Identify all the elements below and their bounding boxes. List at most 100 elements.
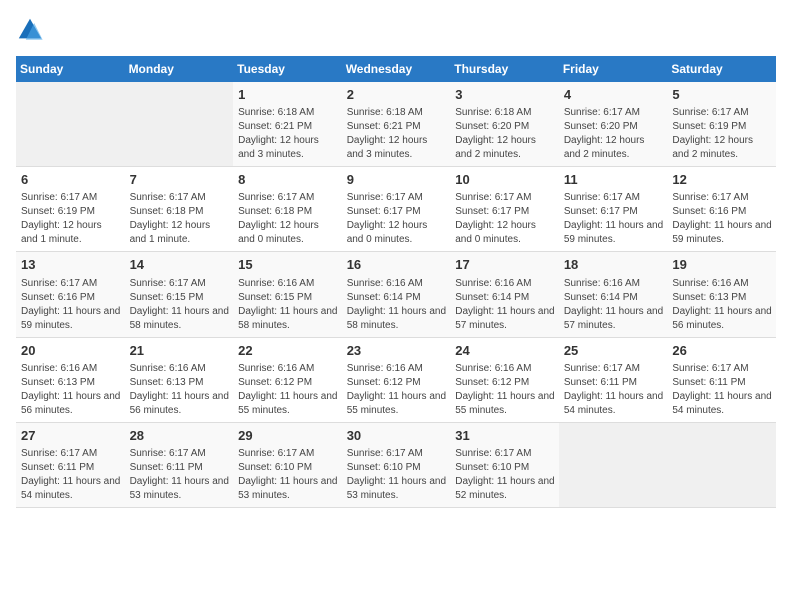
weekday-header-row: SundayMondayTuesdayWednesdayThursdayFrid… <box>16 56 776 82</box>
day-number: 31 <box>455 427 555 445</box>
cell-info: Sunrise: 6:16 AMSunset: 6:13 PMDaylight:… <box>21 362 121 418</box>
calendar-cell: 14Sunrise: 6:17 AMSunset: 6:15 PMDayligh… <box>125 252 234 337</box>
calendar-cell: 8Sunrise: 6:17 AMSunset: 6:18 PMDaylight… <box>233 167 342 252</box>
calendar-cell: 23 Sunrise: 6:16 AMSunset: 6:12 PMDayligh… <box>342 337 451 422</box>
cell-info: Sunrise: 6:16 AMSunset: 6:14 PMDaylight:… <box>347 277 447 333</box>
calendar-cell: 4 Sunrise: 6:17 AMSunset: 6:20 PMDaylight… <box>559 82 668 167</box>
weekday-header: Friday <box>559 56 668 82</box>
calendar-cell: 7 Sunrise: 6:17 AMSunset: 6:18 PMDaylight… <box>125 167 234 252</box>
calendar-week-row: 13 Sunrise: 6:17 AMSunset: 6:16 PMDayligh… <box>16 252 776 337</box>
cell-info: Sunrise: 6:16 AMSunset: 6:12 PMDaylight:… <box>455 362 555 418</box>
cell-info: Sunrise: 6:17 AMSunset: 6:10 PMDaylight:… <box>238 447 338 503</box>
calendar-cell: 30 Sunrise: 6:17 AMSunset: 6:10 PMDayligh… <box>342 422 451 507</box>
day-number: 21 <box>130 342 230 360</box>
weekday-header: Wednesday <box>342 56 451 82</box>
page-header <box>16 16 776 44</box>
calendar-cell <box>16 82 125 167</box>
day-number: 9 <box>347 171 447 189</box>
cell-info: Sunrise: 6:17 AMSunset: 6:19 PMDaylight:… <box>672 106 772 162</box>
calendar-week-row: 6 Sunrise: 6:17 AMSunset: 6:19 PMDaylight… <box>16 167 776 252</box>
day-number: 25 <box>564 342 664 360</box>
calendar-cell: 10 Sunrise: 6:17 AMSunset: 6:17 PMDayligh… <box>450 167 559 252</box>
calendar-cell: 5 Sunrise: 6:17 AMSunset: 6:19 PMDaylight… <box>667 82 776 167</box>
cell-info: Sunrise: 6:16 AMSunset: 6:12 PMDaylight:… <box>238 362 338 418</box>
calendar-cell: 24 Sunrise: 6:16 AMSunset: 6:12 PMDayligh… <box>450 337 559 422</box>
day-number: 29 <box>238 427 338 445</box>
day-number: 17 <box>455 256 555 274</box>
cell-info: Sunrise: 6:17 AMSunset: 6:17 PMDaylight:… <box>347 191 447 247</box>
day-number: 23 <box>347 342 447 360</box>
cell-info: Sunrise: 6:16 AMSunset: 6:13 PMDaylight:… <box>130 362 230 418</box>
cell-info: Sunrise: 6:17 AMSunset: 6:20 PMDaylight:… <box>564 106 664 162</box>
calendar-cell: 15 Sunrise: 6:16 AMSunset: 6:15 PMDayligh… <box>233 252 342 337</box>
cell-info: Sunrise: 6:17 AMSunset: 6:18 PMDaylight:… <box>238 191 338 247</box>
calendar-cell: 13 Sunrise: 6:17 AMSunset: 6:16 PMDayligh… <box>16 252 125 337</box>
day-number: 30 <box>347 427 447 445</box>
day-number: 1 <box>238 86 338 104</box>
day-number: 15 <box>238 256 338 274</box>
cell-info: Sunrise: 6:17 AMSunset: 6:11 PMDaylight:… <box>564 362 664 418</box>
weekday-header: Monday <box>125 56 234 82</box>
day-number: 6 <box>21 171 121 189</box>
calendar-cell: 20Sunrise: 6:16 AMSunset: 6:13 PMDayligh… <box>16 337 125 422</box>
cell-info: Sunrise: 6:17 AMSunset: 6:10 PMDaylight:… <box>455 447 555 503</box>
cell-info: Sunrise: 6:16 AMSunset: 6:15 PMDaylight:… <box>238 277 338 333</box>
cell-info: Sunrise: 6:17 AMSunset: 6:18 PMDaylight:… <box>130 191 230 247</box>
calendar-cell: 2 Sunrise: 6:18 AMSunset: 6:21 PMDaylight… <box>342 82 451 167</box>
cell-info: Sunrise: 6:17 AMSunset: 6:15 PMDaylight:… <box>130 277 230 333</box>
day-number: 22 <box>238 342 338 360</box>
calendar-cell: 29 Sunrise: 6:17 AMSunset: 6:10 PMDayligh… <box>233 422 342 507</box>
day-number: 11 <box>564 171 664 189</box>
day-number: 18 <box>564 256 664 274</box>
day-number: 7 <box>130 171 230 189</box>
cell-info: Sunrise: 6:17 AMSunset: 6:19 PMDaylight:… <box>21 191 121 247</box>
logo-icon <box>16 16 44 44</box>
calendar-cell: 25 Sunrise: 6:17 AMSunset: 6:11 PMDayligh… <box>559 337 668 422</box>
day-number: 16 <box>347 256 447 274</box>
day-number: 19 <box>672 256 772 274</box>
calendar-cell: 21 Sunrise: 6:16 AMSunset: 6:13 PMDayligh… <box>125 337 234 422</box>
calendar-cell: 17 Sunrise: 6:16 AMSunset: 6:14 PMDayligh… <box>450 252 559 337</box>
cell-info: Sunrise: 6:16 AMSunset: 6:14 PMDaylight:… <box>564 277 664 333</box>
calendar-week-row: 27Sunrise: 6:17 AMSunset: 6:11 PMDayligh… <box>16 422 776 507</box>
cell-info: Sunrise: 6:18 AMSunset: 6:21 PMDaylight:… <box>238 106 338 162</box>
cell-info: Sunrise: 6:16 AMSunset: 6:14 PMDaylight:… <box>455 277 555 333</box>
calendar-cell: 16 Sunrise: 6:16 AMSunset: 6:14 PMDayligh… <box>342 252 451 337</box>
day-number: 5 <box>672 86 772 104</box>
cell-info: Sunrise: 6:17 AMSunset: 6:16 PMDaylight:… <box>21 277 121 333</box>
cell-info: Sunrise: 6:17 AMSunset: 6:17 PMDaylight:… <box>455 191 555 247</box>
logo <box>16 16 48 44</box>
cell-info: Sunrise: 6:17 AMSunset: 6:10 PMDaylight:… <box>347 447 447 503</box>
day-number: 24 <box>455 342 555 360</box>
day-number: 13 <box>21 256 121 274</box>
calendar-week-row: 20Sunrise: 6:16 AMSunset: 6:13 PMDayligh… <box>16 337 776 422</box>
calendar-cell: 26 Sunrise: 6:17 AMSunset: 6:11 PMDayligh… <box>667 337 776 422</box>
calendar-table: SundayMondayTuesdayWednesdayThursdayFrid… <box>16 56 776 508</box>
weekday-header: Tuesday <box>233 56 342 82</box>
calendar-cell: 12Sunrise: 6:17 AMSunset: 6:16 PMDayligh… <box>667 167 776 252</box>
day-number: 10 <box>455 171 555 189</box>
calendar-cell: 11 Sunrise: 6:17 AMSunset: 6:17 PMDayligh… <box>559 167 668 252</box>
calendar-cell: 3 Sunrise: 6:18 AMSunset: 6:20 PMDaylight… <box>450 82 559 167</box>
calendar-cell: 9 Sunrise: 6:17 AMSunset: 6:17 PMDaylight… <box>342 167 451 252</box>
day-number: 28 <box>130 427 230 445</box>
day-number: 12 <box>672 171 772 189</box>
calendar-cell: 22 Sunrise: 6:16 AMSunset: 6:12 PMDayligh… <box>233 337 342 422</box>
day-number: 3 <box>455 86 555 104</box>
cell-info: Sunrise: 6:16 AMSunset: 6:12 PMDaylight:… <box>347 362 447 418</box>
day-number: 26 <box>672 342 772 360</box>
calendar-cell: 19Sunrise: 6:16 AMSunset: 6:13 PMDayligh… <box>667 252 776 337</box>
calendar-cell: 27Sunrise: 6:17 AMSunset: 6:11 PMDayligh… <box>16 422 125 507</box>
cell-info: Sunrise: 6:17 AMSunset: 6:11 PMDaylight:… <box>21 447 121 503</box>
cell-info: Sunrise: 6:17 AMSunset: 6:17 PMDaylight:… <box>564 191 664 247</box>
calendar-week-row: 1 Sunrise: 6:18 AMSunset: 6:21 PMDaylight… <box>16 82 776 167</box>
cell-info: Sunrise: 6:18 AMSunset: 6:20 PMDaylight:… <box>455 106 555 162</box>
calendar-cell: 1 Sunrise: 6:18 AMSunset: 6:21 PMDaylight… <box>233 82 342 167</box>
day-number: 4 <box>564 86 664 104</box>
calendar-cell: 6 Sunrise: 6:17 AMSunset: 6:19 PMDaylight… <box>16 167 125 252</box>
cell-info: Sunrise: 6:18 AMSunset: 6:21 PMDaylight:… <box>347 106 447 162</box>
cell-info: Sunrise: 6:17 AMSunset: 6:11 PMDaylight:… <box>672 362 772 418</box>
day-number: 2 <box>347 86 447 104</box>
calendar-cell <box>559 422 668 507</box>
weekday-header: Sunday <box>16 56 125 82</box>
